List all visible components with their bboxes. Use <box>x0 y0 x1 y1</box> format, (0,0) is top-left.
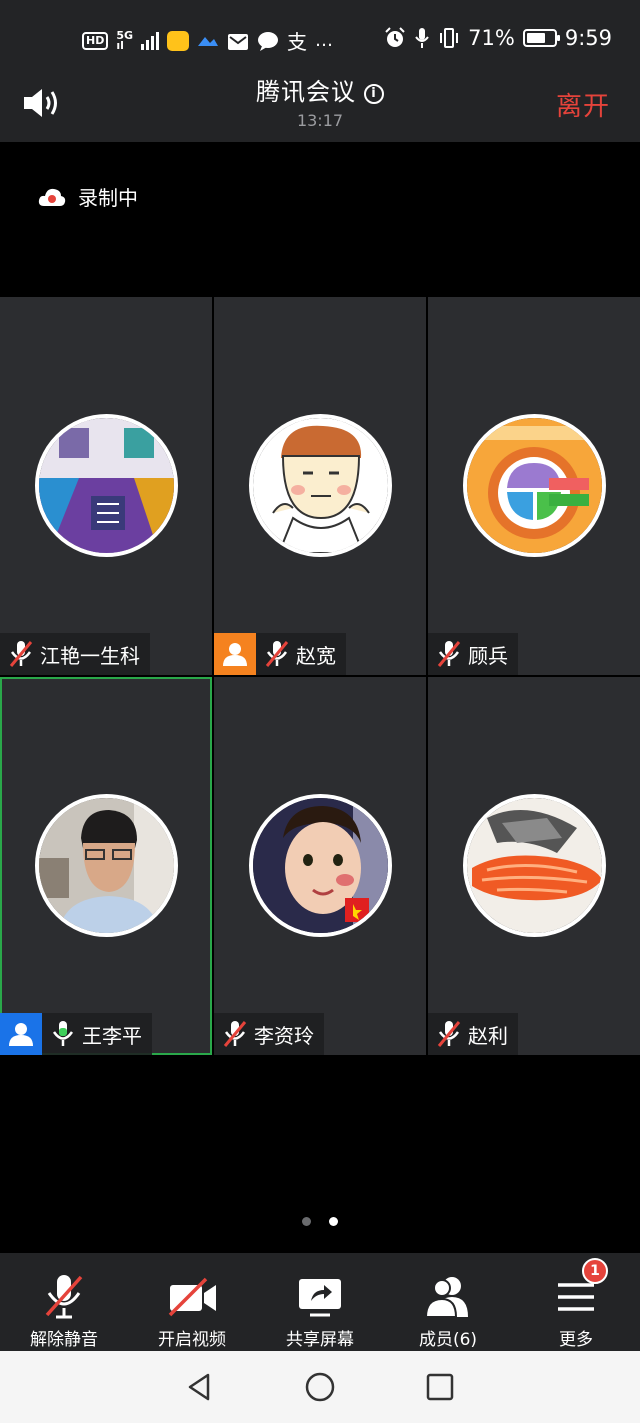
video-off-icon <box>168 1277 216 1317</box>
meeting-title: 腾讯会议 <box>256 78 356 106</box>
members-button[interactable]: 成员(6) <box>384 1253 512 1351</box>
photo-avatar <box>35 794 178 937</box>
status-right-icons: 71% 9:59 <box>384 26 612 50</box>
recording-indicator[interactable]: 录制中 <box>38 182 138 211</box>
recents-icon[interactable] <box>420 1367 460 1407</box>
status-left-icons: HD 5G ıl 支 … <box>82 26 333 55</box>
leave-button[interactable]: 离开 <box>556 86 610 123</box>
meeting-toolbar: 解除静音 开启视频 共享屏幕 成员(6) 1 更多 <box>0 1253 640 1351</box>
back-icon[interactable] <box>180 1367 220 1407</box>
host-badge <box>214 633 256 675</box>
cohost-badge <box>0 1013 42 1055</box>
cartoon-avatar <box>249 414 392 557</box>
page-indicator <box>302 1217 338 1226</box>
5g-icon: 5G ıl <box>116 28 134 52</box>
participant-tile-active[interactable]: 王李平 <box>0 677 212 1055</box>
mic-muted-icon <box>437 641 461 667</box>
meeting-duration: 13:17 <box>296 111 344 130</box>
participant-name: 江艳一生科 <box>40 643 140 668</box>
mail-icon <box>228 33 249 50</box>
hd-icon: HD <box>82 31 109 50</box>
meeting-title-row[interactable]: 腾讯会议 i <box>0 72 640 107</box>
participant-tile[interactable]: 江艳一生科 <box>0 297 212 675</box>
participant-name: 赵利 <box>468 1023 508 1048</box>
share-screen-label: 共享屏幕 <box>286 1330 354 1350</box>
unmute-button[interactable]: 解除静音 <box>0 1253 128 1351</box>
start-video-label: 开启视频 <box>158 1330 226 1350</box>
alipay-icon: 支 <box>287 30 308 54</box>
mic-muted-icon <box>223 1021 247 1047</box>
app-icon <box>167 30 190 51</box>
poster-avatar <box>35 414 178 557</box>
recording-label: 录制中 <box>78 186 138 210</box>
participant-name-bar: 王李平 <box>0 1013 152 1055</box>
participant-tile[interactable]: 赵利 <box>428 677 640 1055</box>
participant-name-bar: 李资玲 <box>214 1013 324 1055</box>
bird-icon <box>198 36 219 46</box>
participant-name-bar: 赵宽 <box>214 633 346 675</box>
chat-bubble-icon <box>258 31 279 51</box>
participant-name-bar: 顾兵 <box>428 633 518 675</box>
info-icon[interactable]: i <box>364 84 384 104</box>
diagram-avatar <box>463 414 606 557</box>
participant-tile[interactable]: 李资玲 <box>214 677 426 1055</box>
participant-name: 顾兵 <box>468 643 508 668</box>
vibrate-icon <box>440 28 459 48</box>
person-icon <box>223 643 247 666</box>
clock: 9:59 <box>564 26 612 50</box>
battery-fill <box>526 33 546 43</box>
members-icon <box>424 1277 468 1318</box>
page-dot-current[interactable] <box>329 1217 338 1226</box>
alarm-icon <box>385 27 405 47</box>
meeting-title-block: 腾讯会议 i 13:17 <box>0 72 640 130</box>
notification-badge: 1 <box>582 1258 608 1284</box>
participant-name-bar: 赵利 <box>428 1013 518 1055</box>
battery-icon <box>522 29 560 47</box>
mic-muted-icon <box>265 641 289 667</box>
start-video-button[interactable]: 开启视频 <box>128 1253 256 1351</box>
participant-grid: 江艳一生科 赵宽 顾兵 王李平 李资玲 赵利 <box>0 297 640 1055</box>
mic-muted-icon <box>9 641 33 667</box>
unmute-label: 解除静音 <box>30 1330 98 1350</box>
mic-muted-icon <box>45 1275 83 1319</box>
page-dot[interactable] <box>302 1217 311 1226</box>
mic-muted-icon <box>437 1021 461 1047</box>
meeting-header: 腾讯会议 i 13:17 离开 <box>0 60 640 142</box>
more-dots-icon: … <box>315 30 334 51</box>
battery-percent: 71% <box>468 26 515 50</box>
mic-status-icon <box>415 28 429 48</box>
participant-tile[interactable]: 赵宽 <box>214 297 426 675</box>
participant-name-bar: 江艳一生科 <box>0 633 150 675</box>
members-label: 成员(6) <box>418 1330 478 1350</box>
child-photo-avatar <box>249 794 392 937</box>
home-icon[interactable] <box>300 1367 340 1407</box>
signal-bars-icon <box>141 31 160 50</box>
more-label: 更多 <box>559 1330 593 1350</box>
participant-name: 赵宽 <box>296 643 336 668</box>
share-screen-icon <box>299 1279 341 1317</box>
participant-name: 李资玲 <box>254 1023 314 1048</box>
person-icon <box>9 1023 33 1046</box>
participant-tile[interactable]: 顾兵 <box>428 297 640 675</box>
fish-avatar <box>463 794 606 937</box>
mic-active-icon <box>52 1021 74 1046</box>
cloud-record-icon <box>38 188 66 206</box>
system-nav-bar <box>0 1351 640 1423</box>
participant-name: 王李平 <box>82 1023 142 1048</box>
more-button[interactable]: 1 更多 <box>512 1253 640 1351</box>
share-screen-button[interactable]: 共享屏幕 <box>256 1253 384 1351</box>
